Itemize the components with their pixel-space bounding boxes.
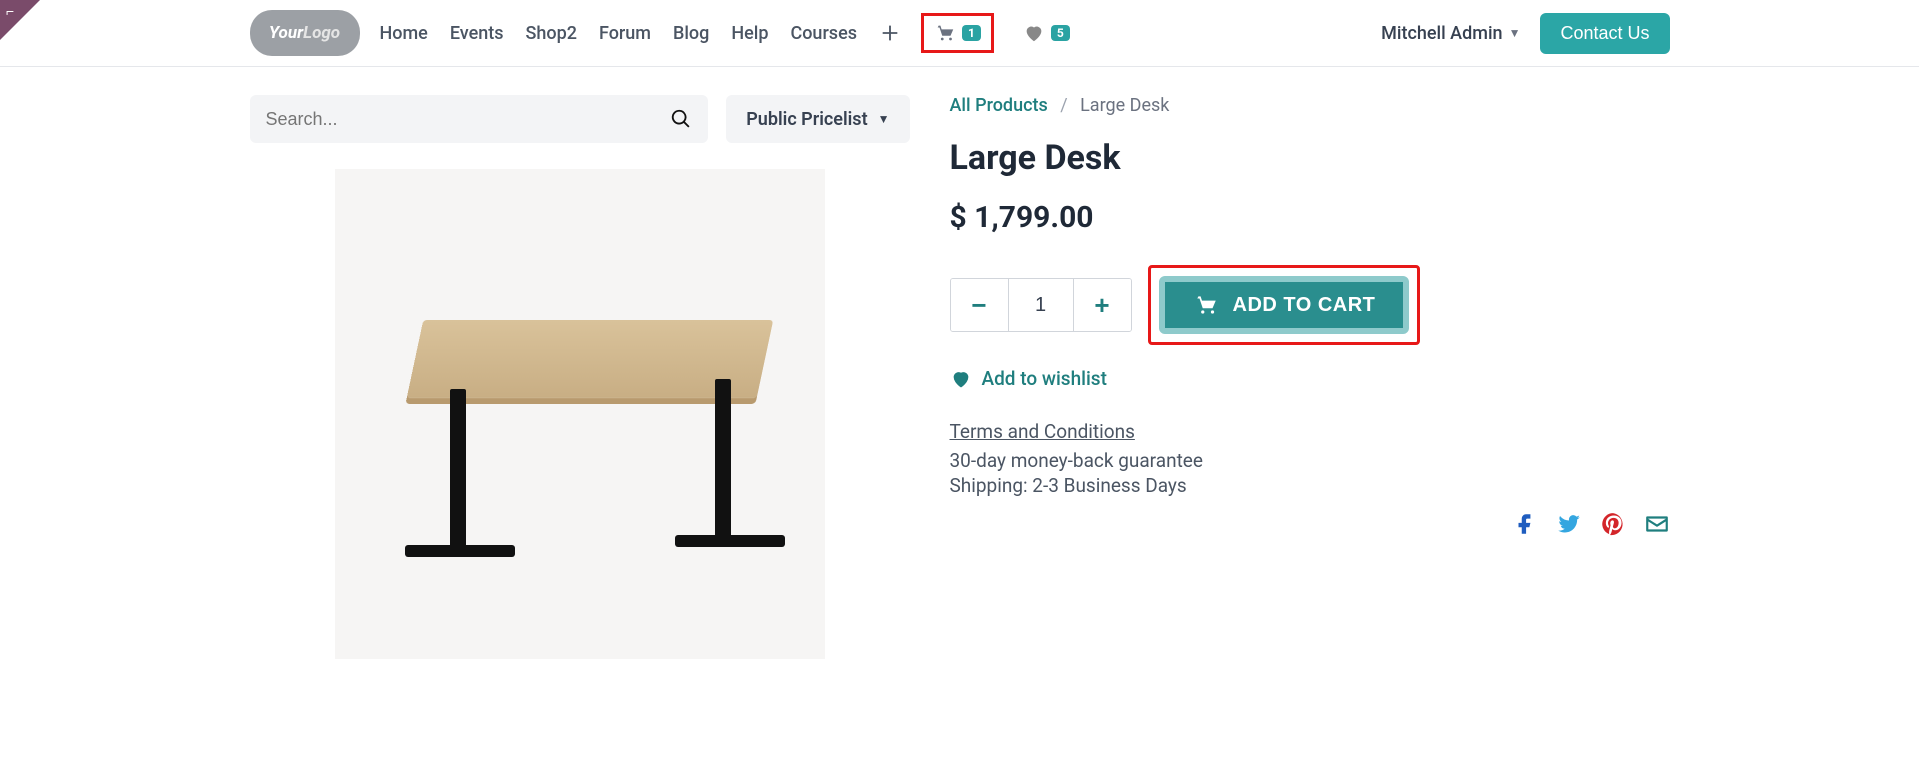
breadcrumb-sep: / xyxy=(1060,95,1067,116)
wishlist-label: Add to wishlist xyxy=(982,367,1107,390)
share-facebook[interactable] xyxy=(1512,511,1538,544)
logo-part2: Logo xyxy=(303,23,340,43)
qty-input[interactable] xyxy=(1009,279,1073,331)
search-box[interactable] xyxy=(250,95,709,143)
nav-shop[interactable]: Shop2 xyxy=(526,23,577,44)
top-nav: Home Events Shop2 Forum Blog Help Course… xyxy=(380,22,901,44)
share-row xyxy=(950,511,1670,544)
guarantee-text: 30-day money-back guarantee xyxy=(950,449,1670,472)
nav-help[interactable]: Help xyxy=(731,23,768,44)
cart-icon xyxy=(934,22,956,44)
plus-icon xyxy=(879,22,901,44)
pricelist-label: Public Pricelist xyxy=(746,109,867,130)
user-menu[interactable]: Mitchell Admin ▼ xyxy=(1381,23,1520,44)
heart-outline-icon xyxy=(950,368,972,390)
nav-home[interactable]: Home xyxy=(380,23,428,44)
share-twitter[interactable] xyxy=(1556,511,1582,544)
site-logo[interactable]: YourLogo xyxy=(250,10,360,56)
contact-button[interactable]: Contact Us xyxy=(1540,13,1669,54)
shipping-text: Shipping: 2-3 Business Days xyxy=(950,474,1670,497)
facebook-icon xyxy=(1512,511,1538,537)
breadcrumb-root[interactable]: All Products xyxy=(950,95,1048,116)
caret-down-icon: ▼ xyxy=(878,112,890,126)
nav-events[interactable]: Events xyxy=(450,23,504,44)
twitter-icon xyxy=(1556,511,1582,537)
logo-part1: Your xyxy=(269,23,303,43)
product-price: $ 1,799.00 xyxy=(950,200,1670,235)
search-input[interactable] xyxy=(266,109,671,130)
product-image xyxy=(335,169,825,659)
heart-icon xyxy=(1023,22,1045,44)
breadcrumb: All Products / Large Desk xyxy=(950,95,1670,116)
terms-link[interactable]: Terms and Conditions xyxy=(950,420,1135,443)
add-to-cart-label: ADD TO CART xyxy=(1233,294,1376,317)
site-header: YourLogo Home Events Shop2 Forum Blog He… xyxy=(0,0,1919,67)
add-to-wishlist-link[interactable]: Add to wishlist xyxy=(950,367,1670,390)
add-to-cart-button[interactable]: ADD TO CART xyxy=(1159,276,1410,334)
user-name: Mitchell Admin xyxy=(1381,23,1502,44)
product-title: Large Desk xyxy=(950,138,1670,178)
nav-courses[interactable]: Courses xyxy=(790,23,857,44)
share-email[interactable] xyxy=(1644,511,1670,544)
share-pinterest[interactable] xyxy=(1600,511,1626,544)
wishlist-link[interactable]: 5 xyxy=(1014,15,1079,51)
qty-decrease-button[interactable]: − xyxy=(951,279,1009,331)
edit-corner-flag[interactable] xyxy=(0,0,40,40)
pinterest-icon xyxy=(1600,511,1626,537)
cart-icon xyxy=(1193,292,1219,318)
wishlist-count-badge: 5 xyxy=(1051,25,1070,41)
add-page-button[interactable] xyxy=(879,22,901,44)
caret-down-icon: ▼ xyxy=(1509,26,1521,40)
envelope-icon xyxy=(1644,511,1670,537)
cart-link[interactable]: 1 xyxy=(921,13,994,53)
quantity-stepper: − + xyxy=(950,278,1132,332)
pricelist-dropdown[interactable]: Public Pricelist ▼ xyxy=(726,95,909,143)
add-to-cart-highlight: ADD TO CART xyxy=(1148,265,1421,345)
qty-increase-button[interactable]: + xyxy=(1073,279,1131,331)
nav-blog[interactable]: Blog xyxy=(673,23,709,44)
cart-count-badge: 1 xyxy=(962,25,981,41)
search-icon[interactable] xyxy=(670,108,692,130)
nav-forum[interactable]: Forum xyxy=(599,23,651,44)
breadcrumb-current: Large Desk xyxy=(1080,95,1169,116)
